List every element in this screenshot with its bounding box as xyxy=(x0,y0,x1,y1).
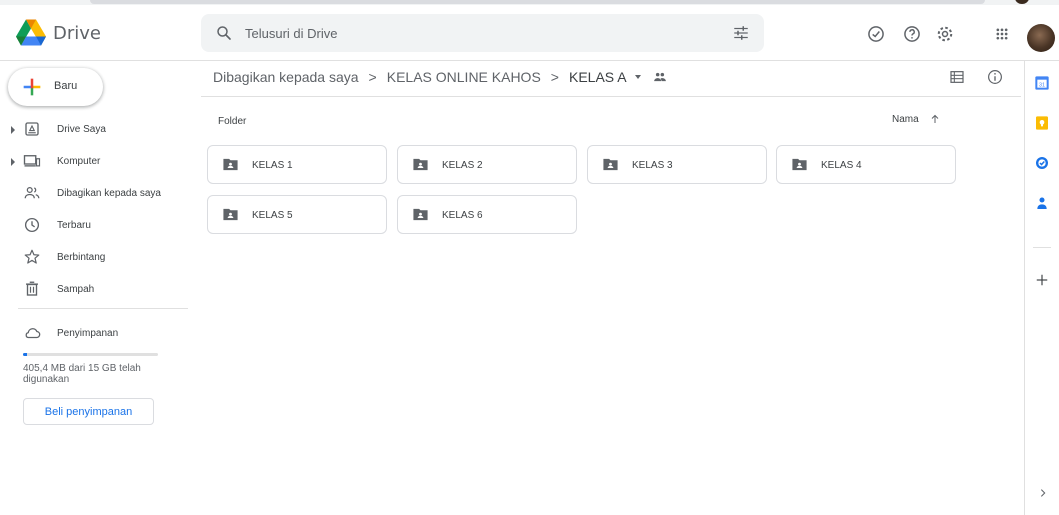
search-bar[interactable] xyxy=(201,14,764,52)
section-heading-folder: Folder xyxy=(218,116,247,127)
sidebar-item-trash[interactable]: Sampah xyxy=(0,274,187,306)
sidebar-item-recent[interactable]: Terbaru xyxy=(0,210,187,242)
search-icon[interactable] xyxy=(215,24,233,42)
contacts-icon[interactable] xyxy=(1034,195,1050,211)
settings-icon[interactable] xyxy=(935,24,955,44)
app-header: Drive xyxy=(0,5,1059,61)
clock-icon xyxy=(24,217,40,233)
info-icon[interactable] xyxy=(986,68,1004,86)
folder-name: KELAS 5 xyxy=(252,210,293,221)
folder-name: KELAS 4 xyxy=(821,160,862,171)
folder-item[interactable]: KELAS 3 xyxy=(587,145,767,184)
sidebar-item-label: Drive Saya xyxy=(57,124,106,135)
side-panel-divider xyxy=(1033,247,1051,248)
search-options-icon[interactable] xyxy=(732,24,750,42)
search-input[interactable] xyxy=(245,14,705,52)
breadcrumb-separator: > xyxy=(550,69,559,85)
sidebar-item-shared-with-me[interactable]: Dibagikan kepada saya xyxy=(0,178,187,210)
shared-folder-icon xyxy=(413,158,428,171)
trash-icon xyxy=(26,281,38,296)
browser-profile-icon xyxy=(1015,0,1029,4)
shared-folder-people-icon xyxy=(653,72,666,82)
folder-item[interactable]: KELAS 2 xyxy=(397,145,577,184)
tasks-icon[interactable] xyxy=(1034,155,1050,171)
breadcrumb-item-current[interactable]: KELAS A xyxy=(569,69,627,85)
list-view-icon[interactable] xyxy=(949,69,965,85)
folder-name: KELAS 1 xyxy=(252,160,293,171)
apps-grid-icon[interactable] xyxy=(992,24,1012,44)
plus-icon xyxy=(23,78,41,96)
breadcrumb-item-shared[interactable]: Dibagikan kepada saya xyxy=(213,69,359,85)
content-divider xyxy=(201,96,1021,97)
my-drive-icon xyxy=(25,122,39,136)
chevron-down-icon[interactable] xyxy=(634,75,641,79)
sort-by-name-button[interactable]: Nama xyxy=(892,114,919,125)
storage-usage-fill xyxy=(23,353,27,356)
breadcrumb-item-parent[interactable]: KELAS ONLINE KAHOS xyxy=(387,69,541,85)
folder-item[interactable]: KELAS 4 xyxy=(776,145,956,184)
keep-icon[interactable] xyxy=(1034,115,1050,131)
chevron-right-icon[interactable] xyxy=(1038,488,1048,498)
storage-usage-text: 405,4 MB dari 15 GB telah digunakan xyxy=(23,363,141,385)
expand-arrow-icon[interactable] xyxy=(11,126,15,134)
folder-item[interactable]: KELAS 5 xyxy=(207,195,387,234)
expand-arrow-icon[interactable] xyxy=(11,158,15,166)
sidebar-divider xyxy=(18,308,188,309)
sidebar-item-storage[interactable]: Penyimpanan xyxy=(0,318,187,346)
svg-text:31: 31 xyxy=(1039,82,1045,88)
shared-folder-icon xyxy=(223,158,238,171)
shared-folder-icon xyxy=(223,208,238,221)
sidebar-nav: Drive Saya Komputer Dibagikan kepada say… xyxy=(0,114,187,306)
account-avatar[interactable] xyxy=(1027,24,1055,52)
sidebar-item-computers[interactable]: Komputer xyxy=(0,146,187,178)
storage-label: Penyimpanan xyxy=(57,328,119,339)
shared-folder-icon xyxy=(413,208,428,221)
storage-usage-bar xyxy=(23,353,158,356)
sidebar-item-label: Komputer xyxy=(57,156,101,167)
sidebar-item-label: Terbaru xyxy=(57,220,91,231)
calendar-icon[interactable]: 31 xyxy=(1034,75,1050,91)
folder-name: KELAS 2 xyxy=(442,160,483,171)
folder-item[interactable]: KELAS 1 xyxy=(207,145,387,184)
arrow-up-icon[interactable] xyxy=(929,113,941,125)
computer-icon xyxy=(23,155,41,167)
star-icon xyxy=(24,249,40,264)
breadcrumb: Dibagikan kepada saya > KELAS ONLINE KAH… xyxy=(213,65,667,89)
browser-address-bar-edge xyxy=(90,0,985,4)
shared-folder-icon xyxy=(603,158,618,171)
new-button[interactable]: Baru xyxy=(8,68,103,106)
folder-name: KELAS 3 xyxy=(632,160,673,171)
breadcrumb-separator: > xyxy=(368,69,377,85)
buy-storage-button[interactable]: Beli penyimpanan xyxy=(23,398,154,425)
offline-status-icon[interactable] xyxy=(866,24,886,44)
add-addon-icon[interactable] xyxy=(1035,273,1049,287)
side-panel: 31 xyxy=(1024,61,1059,515)
help-icon[interactable] xyxy=(902,24,922,44)
shared-with-me-icon xyxy=(24,186,40,199)
new-button-label: Baru xyxy=(54,80,78,92)
cloud-icon xyxy=(25,328,41,339)
shared-folder-icon xyxy=(792,158,807,171)
folder-name: KELAS 6 xyxy=(442,210,483,221)
sidebar-item-starred[interactable]: Berbintang xyxy=(0,242,187,274)
sidebar-item-label: Dibagikan kepada saya xyxy=(57,188,161,199)
sidebar-item-my-drive[interactable]: Drive Saya xyxy=(0,114,187,146)
drive-logo-icon[interactable] xyxy=(16,19,46,47)
sidebar-item-label: Berbintang xyxy=(57,252,106,263)
sidebar-item-label: Sampah xyxy=(57,284,95,295)
app-brand-name[interactable]: Drive xyxy=(53,23,101,44)
folder-item[interactable]: KELAS 6 xyxy=(397,195,577,234)
